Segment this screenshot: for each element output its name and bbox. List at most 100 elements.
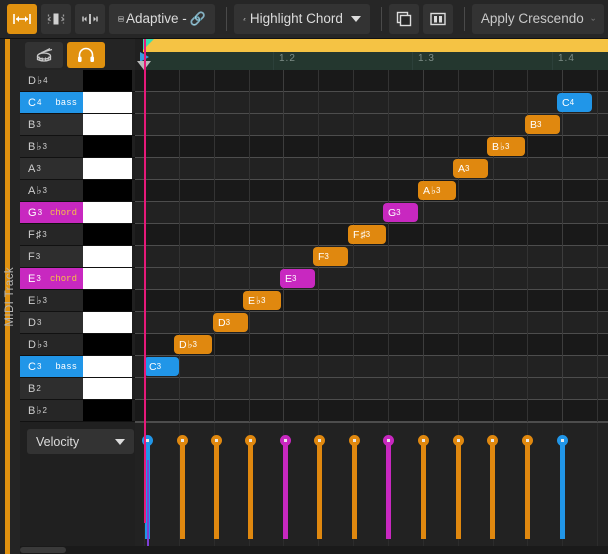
piano-key-row[interactable]: E 3 chord (20, 268, 135, 290)
velocity-handle[interactable] (453, 435, 464, 446)
piano-key-row[interactable]: D3 (20, 312, 135, 334)
velocity-handle[interactable] (383, 435, 394, 446)
chevron-down-icon[interactable] (591, 14, 595, 25)
midi-note[interactable]: A ♭ 3 (418, 181, 456, 200)
piano-key-swatch[interactable] (83, 114, 132, 135)
piano-key-row[interactable]: C 4 bass (20, 92, 135, 114)
velocity-handle[interactable] (245, 435, 256, 446)
loop-region-bar[interactable] (143, 39, 608, 52)
piano-key-row[interactable]: G 3 chord (20, 202, 135, 224)
midi-note[interactable]: B ♭ 3 (487, 137, 525, 156)
grid-row[interactable] (135, 268, 608, 290)
midi-note[interactable]: D ♭ 3 (174, 335, 212, 354)
velocity-handle[interactable] (349, 435, 360, 446)
highlight-chord-button[interactable]: Highlight Chord (233, 4, 370, 34)
grid-row[interactable] (135, 92, 608, 114)
drum-button[interactable] (25, 41, 63, 68)
headphones-button[interactable] (67, 41, 105, 68)
piano-key-swatch[interactable] (83, 92, 132, 113)
velocity-stem[interactable] (421, 440, 426, 539)
piano-key-row[interactable]: A3 (20, 158, 135, 180)
piano-key-row[interactable]: D ♭ 3 (20, 334, 135, 356)
midi-note[interactable]: D3 (213, 313, 248, 332)
piano-key-swatch[interactable] (83, 136, 132, 157)
piano-key-row[interactable]: B ♭ 3 (20, 136, 135, 158)
velocity-stem[interactable] (283, 440, 288, 539)
piano-key-row[interactable]: B2 (20, 378, 135, 400)
chevron-down-icon[interactable] (350, 16, 361, 22)
piano-keyboard[interactable]: D ♭ 4 C 4 bass B 3 B ♭ 3 A 3 A ♭ 3 G 3 chord F ♯ 3 F 3 E 3 chord E ♭… (20, 70, 135, 422)
midi-note[interactable]: E ♭ 3 (243, 291, 281, 310)
midi-note[interactable]: A3 (453, 159, 488, 178)
piano-key-row[interactable]: C 3 bass (20, 356, 135, 378)
midi-note[interactable]: F3 (313, 247, 348, 266)
piano-key-swatch[interactable] (83, 70, 132, 91)
velocity-stem[interactable] (490, 440, 495, 539)
piano-key-swatch[interactable] (83, 246, 132, 267)
velocity-stem[interactable] (180, 440, 185, 539)
velocity-stem[interactable] (560, 440, 565, 539)
split-notes-button[interactable] (41, 4, 71, 34)
grid-row[interactable] (135, 356, 608, 378)
duplicate-button[interactable] (388, 4, 419, 34)
velocity-handle[interactable] (557, 435, 568, 446)
grid-row[interactable] (135, 158, 608, 180)
mirror-button[interactable] (422, 4, 453, 34)
piano-key-row[interactable]: D ♭ 4 (20, 70, 135, 92)
piano-key-swatch[interactable] (83, 224, 132, 245)
grid-row[interactable] (135, 378, 608, 400)
adaptive-button[interactable]: Adaptive - 🔗 (109, 4, 215, 34)
link-icon[interactable]: 🔗 (190, 11, 206, 27)
velocity-stem[interactable] (352, 440, 357, 539)
timeline-ruler[interactable]: 1.2 1.3 1.4 (135, 39, 608, 70)
velocity-stem[interactable] (525, 440, 530, 539)
velocity-handle[interactable] (522, 435, 533, 446)
velocity-handle[interactable] (314, 435, 325, 446)
piano-key-swatch[interactable] (83, 268, 132, 289)
grid-row[interactable] (135, 290, 608, 312)
piano-key-row[interactable]: E ♭ 3 (20, 290, 135, 312)
piano-key-swatch[interactable] (83, 158, 132, 179)
piano-key-row[interactable]: B3 (20, 114, 135, 136)
piano-key-row[interactable]: A ♭ 3 (20, 180, 135, 202)
velocity-stem[interactable] (214, 440, 219, 539)
grid-row[interactable] (135, 202, 608, 224)
velocity-stem[interactable] (248, 440, 253, 539)
midi-note[interactable]: B3 (525, 115, 560, 134)
grid-row[interactable] (135, 70, 608, 92)
midi-note[interactable]: G3 (383, 203, 418, 222)
piano-key-swatch[interactable] (83, 202, 132, 223)
piano-key-row[interactable]: F ♯ 3 (20, 224, 135, 246)
piano-key-row[interactable]: B ♭ 2 (20, 400, 135, 422)
grid-row[interactable] (135, 400, 608, 422)
horizontal-scrollbar-thumb[interactable] (20, 547, 66, 553)
piano-key-swatch[interactable] (83, 334, 132, 355)
velocity-handle[interactable] (177, 435, 188, 446)
grid-row[interactable] (135, 312, 608, 334)
velocity-stem[interactable] (317, 440, 322, 539)
midi-note[interactable]: F ♯ 3 (348, 225, 386, 244)
piano-key-swatch[interactable] (83, 378, 132, 399)
piano-key-swatch[interactable] (83, 180, 132, 201)
velocity-stem[interactable] (456, 440, 461, 539)
align-notes-button[interactable] (75, 4, 105, 34)
velocity-handle[interactable] (418, 435, 429, 446)
velocity-select[interactable]: Velocity (27, 429, 134, 454)
piano-key-swatch[interactable] (83, 290, 132, 311)
fit-to-window-button[interactable] (7, 4, 37, 34)
piano-key-swatch[interactable] (83, 356, 132, 377)
chevron-down-icon[interactable] (115, 438, 125, 445)
velocity-handle[interactable] (487, 435, 498, 446)
midi-note[interactable]: C3 (144, 357, 179, 376)
piano-key-row[interactable]: F3 (20, 246, 135, 268)
velocity-handle[interactable] (211, 435, 222, 446)
velocity-stem[interactable] (386, 440, 391, 539)
grid-row[interactable] (135, 180, 608, 202)
piano-key-swatch[interactable] (83, 400, 132, 421)
piano-key-swatch[interactable] (83, 312, 132, 333)
midi-note[interactable]: C4 (557, 93, 592, 112)
velocity-handle[interactable] (280, 435, 291, 446)
apply-crescendo-button[interactable]: Apply Crescendo (471, 4, 604, 34)
midi-note[interactable]: E3 (280, 269, 315, 288)
grid-row[interactable] (135, 136, 608, 158)
